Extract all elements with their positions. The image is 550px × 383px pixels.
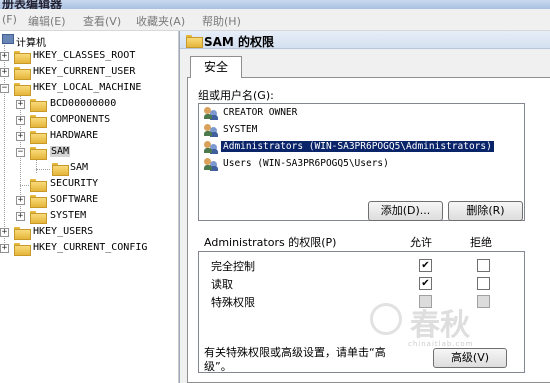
permissions-header: Administrators 的权限(P) [204,236,337,249]
table-row-full-control: 完全控制 ✔ [199,256,524,274]
list-item-administrators[interactable]: Administrators (WIN-SA3PR6POGQ5\Administ… [202,140,522,156]
computer-icon [2,34,14,44]
deny-header: 拒绝 [470,236,492,249]
watermark-text: 春秋 [410,308,470,343]
menu-bar: (F) 编辑(E) 查看(V) 收藏夹(A) 帮助(H) [0,9,550,31]
folder-icon [30,179,47,192]
window-titlebar: 册表编辑器 [0,0,550,9]
folder-open-icon [30,147,47,160]
menu-favorites[interactable]: 收藏夹(A) [136,13,185,29]
folder-icon [186,35,203,48]
list-item-users[interactable]: Users (WIN-SA3PR6POGQ5\Users) [202,157,522,173]
user-group-icon [204,124,218,137]
tree-node-components[interactable]: + COMPONENTS [16,113,178,129]
allow-read-checkbox[interactable]: ✔ [419,277,432,290]
tree-node-hardware[interactable]: + HARDWARE [16,129,178,145]
advanced-button[interactable]: 高级(V) [433,348,507,368]
list-item-creator-owner[interactable]: CREATOR OWNER [202,106,522,122]
registry-tree[interactable]: 计算机 + HKEY_CLASSES_ROOT + HKEY_CURRENT_U… [0,31,179,383]
user-group-icon [204,141,218,154]
expand-icon[interactable]: + [0,244,9,253]
menu-help[interactable]: 帮助(H) [202,13,241,29]
collapse-icon[interactable]: − [16,148,25,157]
tree-node-system[interactable]: + SYSTEM [16,209,178,225]
table-row-read: 读取 ✔ [199,274,524,292]
remove-button[interactable]: 删除(R) [448,201,523,221]
folder-icon [14,227,31,240]
add-button[interactable]: 添加(D)... [368,201,443,221]
tree-node-hkcc[interactable]: + HKEY_CURRENT_CONFIG [0,241,178,257]
watermark-logo: 春秋 chinaitlab.com [370,300,520,350]
folder-icon [14,51,31,64]
allow-header: 允许 [410,236,432,249]
tree-node-hkcr[interactable]: + HKEY_CLASSES_ROOT [0,49,178,65]
expand-icon[interactable]: + [0,228,9,237]
menu-file[interactable]: (F) [2,13,17,26]
folder-icon [52,163,69,176]
dialog-title: SAM 的权限 [204,35,275,49]
folder-icon [14,67,31,80]
user-group-icon [204,107,218,120]
expand-icon[interactable]: + [16,100,25,109]
folder-icon [30,131,47,144]
tree-node-hku[interactable]: + HKEY_USERS [0,225,178,241]
tree-node-security[interactable]: SECURITY [16,177,178,193]
menu-view[interactable]: 查看(V) [83,13,121,29]
allow-full-control-checkbox[interactable]: ✔ [419,259,432,272]
tab-security[interactable]: 安全 [190,56,242,78]
watermark-circle-icon [370,303,402,335]
special-permissions-note-line2: 级”。 [204,360,232,373]
deny-read-checkbox[interactable] [477,277,490,290]
tree-root-computer[interactable]: 计算机 [0,33,178,49]
tree-node-software[interactable]: + SOFTWARE [16,193,178,209]
folder-icon [30,195,47,208]
collapse-icon[interactable]: − [0,84,9,93]
folder-icon [14,243,31,256]
menu-edit[interactable]: 编辑(E) [28,13,66,29]
expand-icon[interactable]: + [16,132,25,141]
dialog-titlebar[interactable]: SAM 的权限 [180,31,550,49]
user-group-icon [204,158,218,171]
expand-icon[interactable]: + [16,196,25,205]
expand-icon[interactable]: + [0,52,9,61]
folder-icon [30,211,47,224]
tree-node-sam[interactable]: − SAM [16,145,178,161]
expand-icon[interactable]: + [16,212,25,221]
tree-node-hklm[interactable]: − HKEY_LOCAL_MACHINE [0,81,178,97]
window-title: 册表编辑器 [2,0,63,9]
tree-node-bcd[interactable]: + BCD00000000 [16,97,178,113]
folder-open-icon [14,83,31,96]
folder-icon [30,99,47,112]
folder-icon [30,115,47,128]
expand-icon[interactable]: + [0,68,9,77]
expand-icon[interactable]: + [16,116,25,125]
groups-label: 组或用户名(G): [198,89,274,102]
watermark-subtext: chinaitlab.com [408,340,474,348]
deny-full-control-checkbox[interactable] [477,259,490,272]
tree-node-sam-child[interactable]: SAM [36,161,178,177]
tree-node-hkcu[interactable]: + HKEY_CURRENT_USER [0,65,178,81]
list-item-system[interactable]: SYSTEM [202,123,522,139]
